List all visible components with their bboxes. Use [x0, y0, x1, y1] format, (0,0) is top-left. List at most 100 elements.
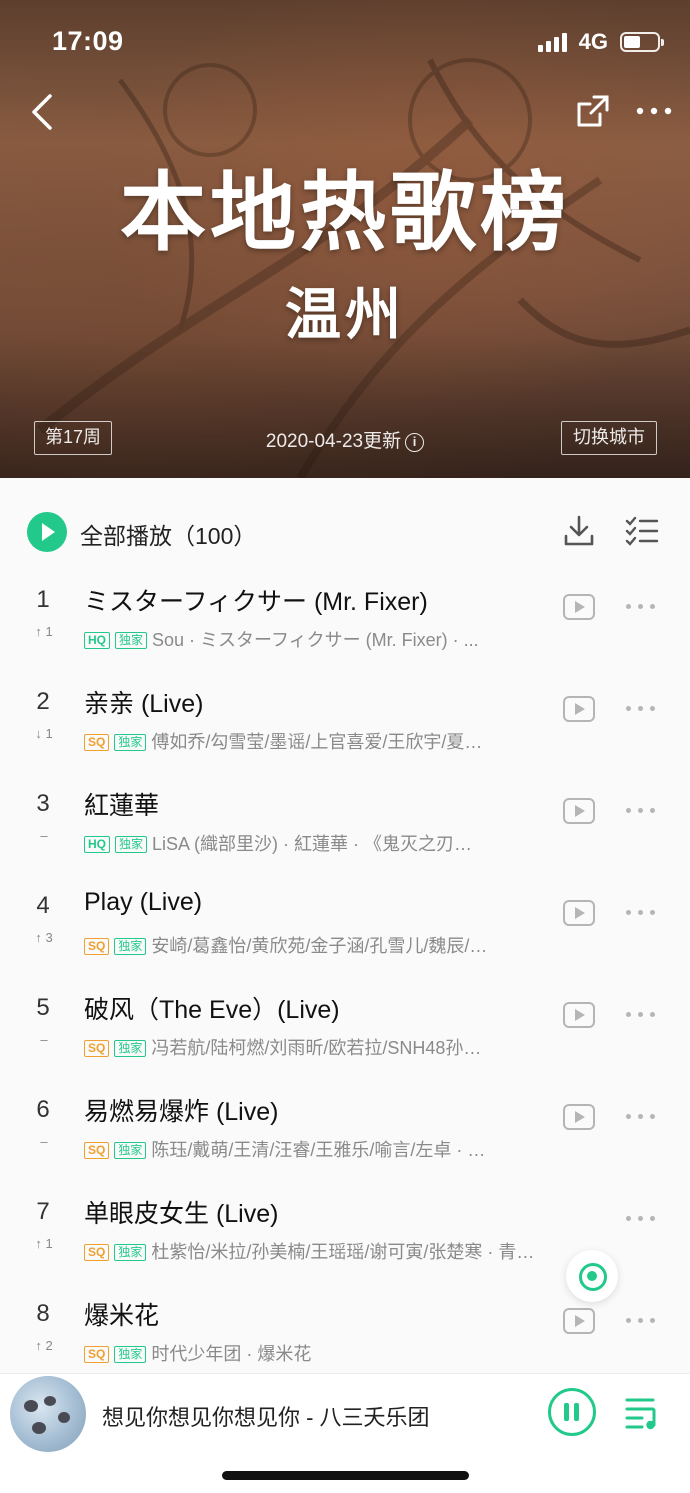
song-artist-album: 时代少年团 · 爆米花	[151, 1344, 312, 1364]
info-icon[interactable]: i	[405, 433, 425, 452]
rank-change: –	[40, 1032, 48, 1047]
rank-number: 6	[36, 1096, 50, 1123]
rank-change: –	[40, 828, 48, 843]
rank-number: 1	[36, 586, 50, 613]
mv-play-icon[interactable]	[563, 1308, 595, 1334]
song-title: Play (Live)	[84, 888, 203, 916]
song-artist-album: 傅如乔/勾雪莹/墨谣/上官喜爱/王欣宇/夏…	[151, 732, 483, 752]
song-row[interactable]: 4 ↑ 3 Play (Live) SQ 独家 安崎/葛鑫怡/黄欣苑/金子涵/孔雪儿…	[0, 864, 690, 966]
quality-badge: SQ	[84, 734, 110, 751]
quality-badge: SQ	[84, 1346, 110, 1363]
play-all-button[interactable]: 全部播放（100）	[80, 517, 256, 551]
quality-badge: SQ	[84, 1040, 110, 1057]
quality-badge: SQ	[84, 938, 110, 955]
song-row[interactable]: 5 – 破风（The Eve）(Live) SQ 独家 冯若航/陆柯燃/刘雨昕/欧若…	[0, 966, 690, 1068]
status-time: 17:09	[52, 26, 124, 56]
exclusive-badge: 独家	[114, 1346, 147, 1363]
song-row[interactable]: 1 ↑ 1 ミスターフィクサー (Mr. Fixer) HQ 独家 Sou · ミス…	[0, 558, 690, 660]
rank-change: ↑ 1	[35, 1236, 53, 1251]
rank-number: 7	[36, 1198, 50, 1225]
battery-icon	[620, 32, 664, 52]
exclusive-badge: 独家	[115, 632, 148, 649]
song-artist-album: 安崎/葛鑫怡/黄欣苑/金子涵/孔雪儿/魏辰/…	[151, 936, 488, 956]
home-indicator	[222, 1471, 469, 1480]
song-meta: SQ 独家 冯若航/陆柯燃/刘雨昕/欧若拉/SNH48孙…	[84, 1034, 544, 1058]
exclusive-badge: 独家	[114, 1142, 147, 1159]
mv-play-icon[interactable]	[563, 594, 595, 620]
exclusive-badge: 独家	[114, 734, 147, 751]
song-row[interactable]: 3 – 紅蓮華 HQ 独家 LiSA (織部里沙) · 紅蓮華 · 《鬼灭之刃…	[0, 762, 690, 864]
song-list-panel: 全部播放（100） 1 ↑ 1 ミスターフィクサー (Mr. Fixer) HQ…	[0, 478, 690, 1373]
song-title: 亲亲 (Live)	[84, 690, 204, 718]
exclusive-badge: 独家	[115, 836, 148, 853]
more-dots-icon[interactable]	[626, 604, 656, 610]
quality-badge: SQ	[84, 1142, 110, 1159]
song-artist-album: 冯若航/陆柯燃/刘雨昕/欧若拉/SNH48孙…	[151, 1038, 482, 1058]
checklist-icon	[625, 516, 659, 546]
mv-play-icon[interactable]	[563, 900, 595, 926]
rank-number: 5	[36, 994, 50, 1021]
song-meta: SQ 独家 安崎/葛鑫怡/黄欣苑/金子涵/孔雪儿/魏辰/…	[84, 932, 544, 956]
more-dots-icon[interactable]	[626, 1318, 656, 1324]
song-meta: SQ 独家 时代少年团 · 爆米花	[84, 1340, 544, 1364]
quality-badge: SQ	[84, 1244, 110, 1261]
song-meta: SQ 独家 陈珏/戴萌/王清/汪睿/王雅乐/喻言/左卓 · …	[84, 1136, 544, 1160]
more-button[interactable]	[634, 96, 674, 126]
locate-icon[interactable]	[566, 1250, 618, 1302]
song-artist-album: 陈珏/戴萌/王清/汪睿/王雅乐/喻言/左卓 · …	[151, 1140, 486, 1160]
more-dots-icon[interactable]	[626, 808, 656, 814]
switch-city-button[interactable]: 切换城市	[561, 421, 657, 455]
back-button[interactable]	[24, 90, 64, 134]
rank-change: ↑ 1	[35, 624, 53, 639]
mv-play-icon[interactable]	[563, 1104, 595, 1130]
playlist-button[interactable]	[624, 1394, 662, 1432]
more-dots-icon[interactable]	[626, 706, 656, 712]
share-button[interactable]	[574, 92, 612, 130]
rank-number: 3	[36, 790, 50, 817]
quality-badge: HQ	[84, 632, 110, 649]
playlist-icon	[625, 1398, 656, 1430]
more-dots-icon[interactable]	[626, 1012, 656, 1018]
more-dots-icon[interactable]	[626, 1114, 656, 1120]
signal-icon	[537, 32, 567, 52]
rank-change: ↓ 1	[35, 726, 53, 741]
mv-play-icon[interactable]	[563, 798, 595, 824]
more-dots-icon[interactable]	[626, 910, 656, 916]
song-title: 破风（The Eve）(Live)	[84, 996, 340, 1024]
song-title: 单眼皮女生 (Live)	[84, 1200, 279, 1228]
song-meta: HQ 独家 Sou · ミスターフィクサー (Mr. Fixer) · ...	[84, 626, 544, 650]
exclusive-badge: 独家	[114, 1040, 147, 1057]
song-row[interactable]: 6 – 易燃易爆炸 (Live) SQ 独家 陈珏/戴萌/王清/汪睿/王雅乐/喻言/…	[0, 1068, 690, 1170]
album-cover[interactable]	[10, 1376, 86, 1452]
more-dots-icon	[636, 107, 672, 115]
rank-number: 4	[36, 892, 50, 919]
download-icon	[564, 515, 594, 546]
song-row[interactable]: 2 ↓ 1 亲亲 (Live) SQ 独家 傅如乔/勾雪莹/墨谣/上官喜爱/王欣宇/…	[0, 660, 690, 762]
rank-number: 8	[36, 1300, 50, 1327]
pause-circle-icon[interactable]	[548, 1388, 596, 1436]
back-arrow-icon	[32, 94, 52, 130]
rank-change: –	[40, 1134, 48, 1149]
share-icon	[577, 95, 609, 127]
mv-play-icon[interactable]	[563, 696, 595, 722]
exclusive-badge: 独家	[114, 1244, 147, 1261]
song-artist-album: Sou · ミスターフィクサー (Mr. Fixer) · ...	[152, 630, 479, 650]
song-artist-album: LiSA (織部里沙) · 紅蓮華 · 《鬼灭之刃…	[152, 834, 473, 854]
song-title: 爆米花	[84, 1302, 160, 1330]
multi-select-button[interactable]	[625, 516, 659, 546]
more-dots-icon[interactable]	[626, 1216, 656, 1222]
download-button[interactable]	[563, 514, 595, 548]
rank-number: 2	[36, 688, 50, 715]
song-artist-album: 杜紫怡/米拉/孙美楠/王瑶瑶/谢可寅/张楚寒 · 青…	[151, 1242, 535, 1262]
rank-change: ↑ 3	[35, 930, 53, 945]
mv-play-icon[interactable]	[563, 1002, 595, 1028]
now-playing-title[interactable]: 想见你想见你想见你 - 八三夭乐团	[102, 1400, 430, 1432]
page-title: 本地热歌榜	[120, 165, 570, 261]
play-circle-icon[interactable]	[27, 512, 67, 552]
song-title: 易燃易爆炸 (Live)	[84, 1098, 279, 1126]
city-name: 温州	[285, 283, 405, 346]
status-indicators: 4G	[537, 29, 664, 55]
network-type: 4G	[578, 29, 608, 54]
chart-header: 17:09 4G 本地热歌榜 温州 第17周 2020-04-23更新 i 切换城…	[0, 0, 690, 478]
song-meta: SQ 独家 杜紫怡/米拉/孙美楠/王瑶瑶/谢可寅/张楚寒 · 青…	[84, 1238, 612, 1262]
